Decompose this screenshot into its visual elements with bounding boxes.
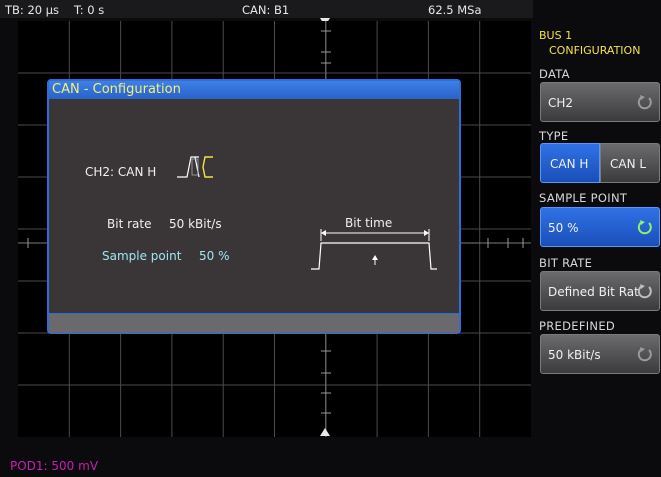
type-option-can-l[interactable]: CAN L — [600, 143, 660, 183]
status-bar: TB: 20 µs T: 0 s CAN: B1 62.5 MSa — [0, 0, 533, 18]
rotary-knob-icon — [637, 95, 652, 110]
rotary-knob-icon — [637, 220, 652, 235]
sample-point-button[interactable]: 50 % — [540, 207, 660, 247]
predefined-button-value: 50 kBit/s — [548, 348, 601, 362]
trigger-readout[interactable]: T: 0 s — [74, 3, 104, 17]
rotary-knob-icon — [637, 347, 652, 362]
timebase-readout[interactable]: TB: 20 µs — [5, 3, 59, 17]
dialog-title: CAN - Configuration — [52, 82, 181, 97]
pod-channel-label[interactable]: POD1: 500 mV — [10, 459, 98, 473]
sample-point-value: 50 % — [199, 249, 230, 263]
dialog-footer — [49, 313, 459, 333]
data-source-value: CH2 — [548, 96, 574, 110]
menu-header-line1: BUS 1 — [539, 29, 573, 42]
channel-status-bar: POD1: 500 mV — [0, 455, 661, 477]
predefined-section-label: PREDEFINED — [539, 319, 616, 333]
type-option-can-h[interactable]: CAN H — [540, 143, 600, 183]
data-section-label: DATA — [539, 67, 570, 81]
predefined-button[interactable]: 50 kBit/s — [540, 334, 660, 374]
bit-rate-label: Bit rate — [107, 217, 152, 231]
bit-rate-button[interactable]: Defined Bit Rat — [540, 271, 660, 311]
bit-rate-button-value: Defined Bit Rat — [548, 285, 639, 299]
menu-header-line2: CONFIGURATION — [549, 44, 641, 57]
data-source-button[interactable]: CH2 — [540, 82, 660, 122]
horizontal-position-marker — [320, 428, 330, 436]
dialog-title-bar: CAN - Configuration — [49, 81, 459, 99]
can-configuration-dialog: CAN - Configuration CH2: CAN H Bit rate … — [47, 79, 461, 334]
rotary-knob-icon — [637, 284, 652, 299]
sample-point-section-label: SAMPLE POINT — [539, 191, 628, 205]
sample-point-button-value: 50 % — [548, 221, 579, 235]
sample-point-label: Sample point — [102, 249, 182, 263]
softkey-menu: BUS 1 CONFIGURATION DATA CH2 TYPE CAN H … — [533, 0, 661, 455]
type-option-can-h-label: CAN H — [550, 157, 589, 171]
signal-label: CH2: CAN H — [85, 165, 157, 179]
type-selector: CAN H CAN L — [540, 143, 660, 183]
type-option-can-l-label: CAN L — [610, 157, 647, 171]
dialog-body: CH2: CAN H Bit rate 50 kBit/s Sample poi… — [49, 99, 459, 313]
bit-time-diagram — [311, 229, 437, 270]
can-signal-icon — [177, 156, 213, 178]
sample-rate-readout: 62.5 MSa — [428, 3, 482, 17]
bit-rate-value: 50 kBit/s — [169, 217, 222, 231]
bit-rate-section-label: BIT RATE — [539, 256, 593, 270]
type-section-label: TYPE — [539, 129, 569, 143]
bit-time-label: Bit time — [345, 216, 393, 230]
trigger-source-readout[interactable]: CAN: B1 — [242, 3, 289, 17]
